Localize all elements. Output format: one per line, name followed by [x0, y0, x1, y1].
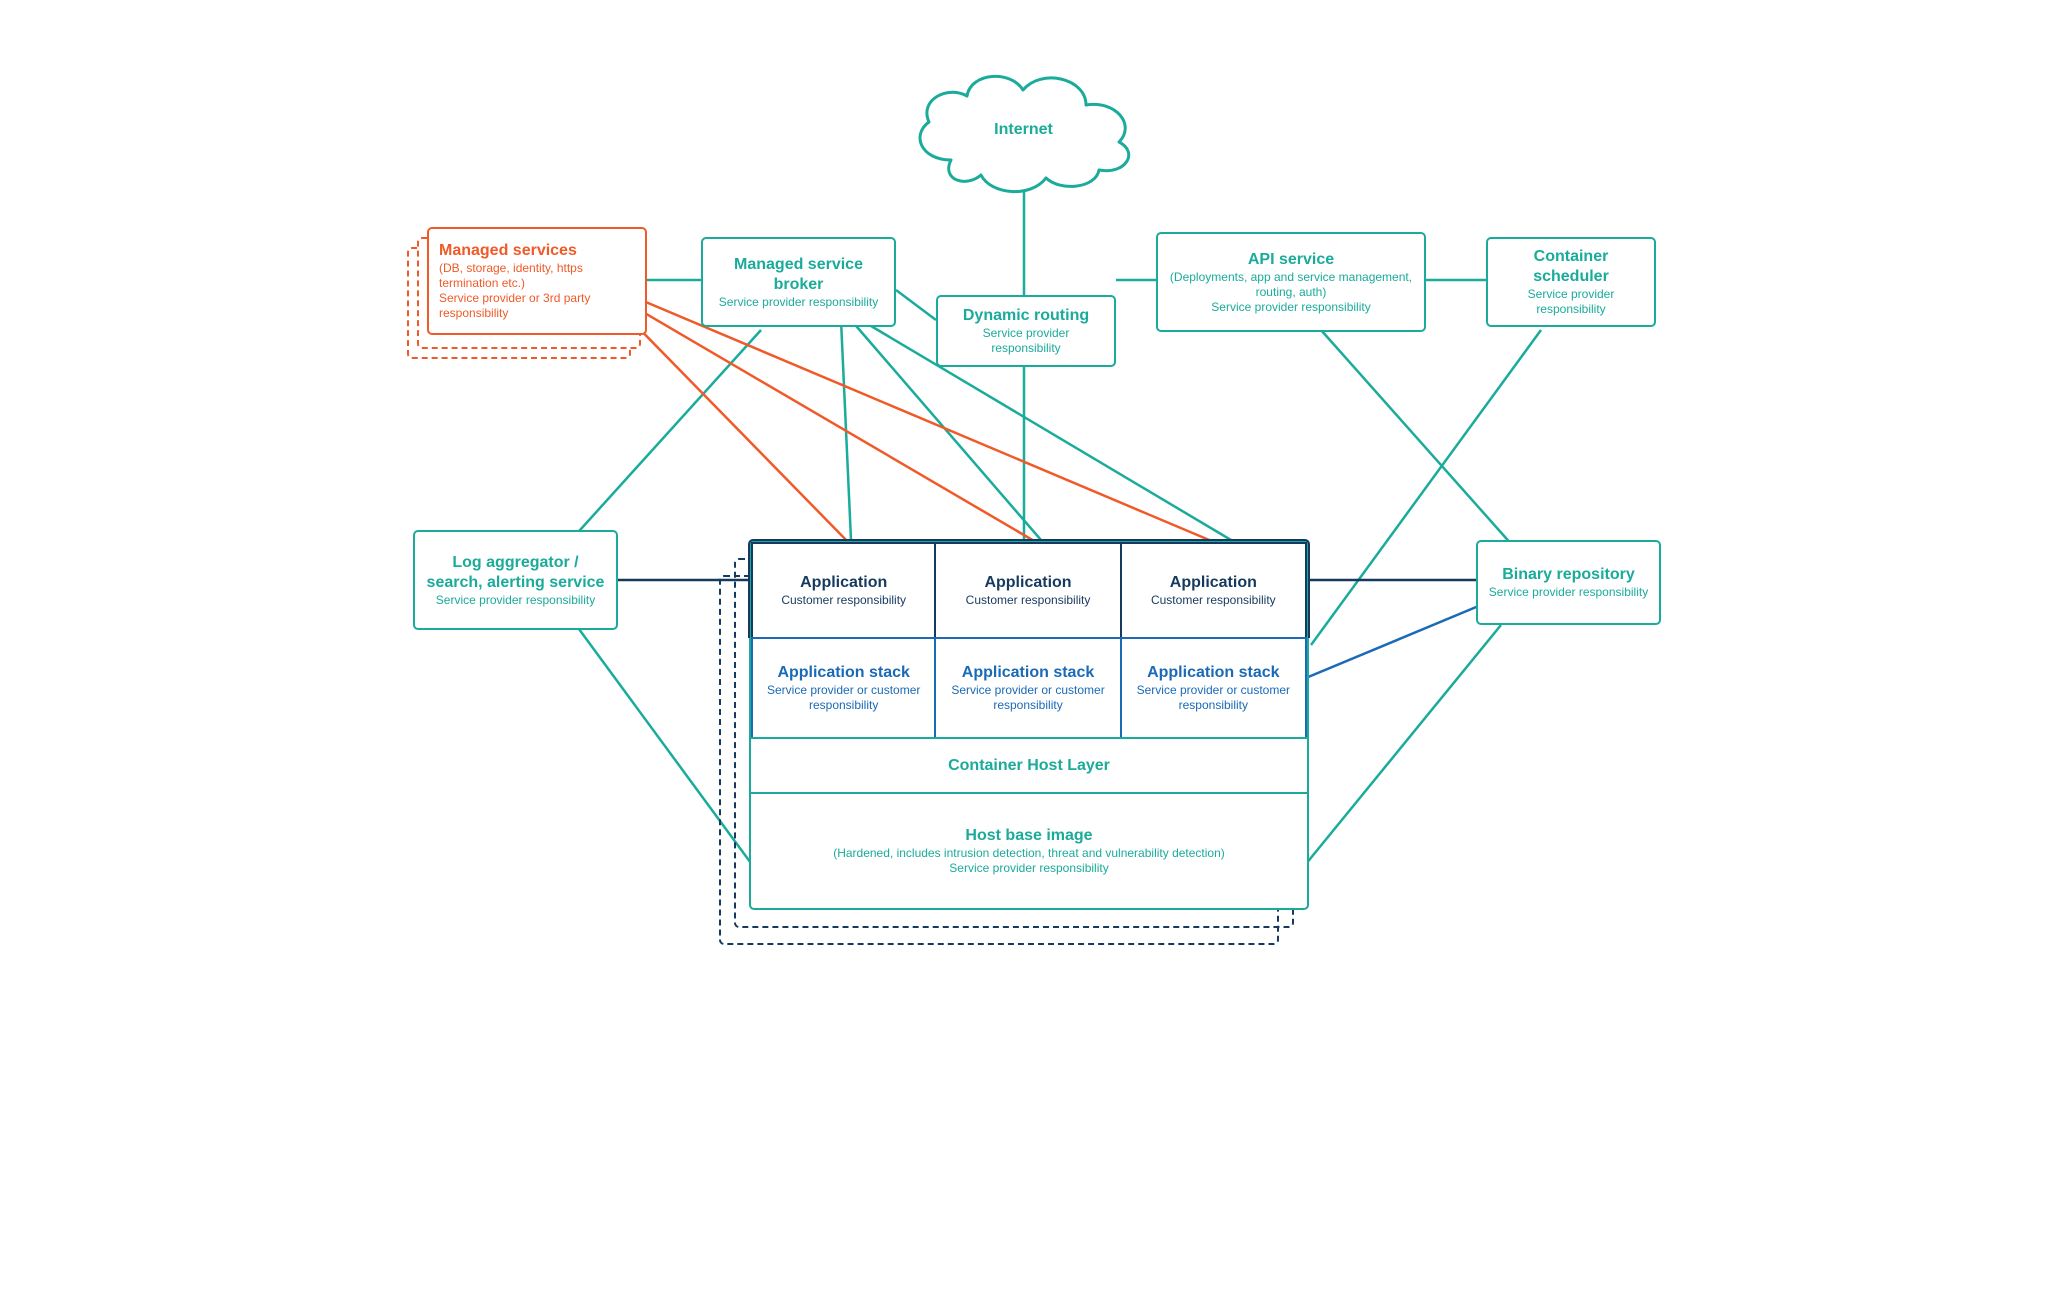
api-service-title: API service: [1248, 250, 1334, 270]
managed-service-broker-box: Managed service broker Service provider …: [701, 237, 896, 327]
application-resp: Customer responsibility: [781, 593, 906, 608]
container-scheduler-box: Container scheduler Service provider res…: [1486, 237, 1656, 327]
container-scheduler-title: Container scheduler: [1498, 247, 1644, 287]
app-stack-cell-3: Application stack Service provider or cu…: [1122, 637, 1307, 737]
app-stack-cell-1: Application stack Service provider or cu…: [751, 637, 936, 737]
application-cell-1: Application Customer responsibility: [751, 542, 936, 637]
container-host-layer-label: Container Host Layer: [948, 756, 1110, 776]
host-base-image-cell: Host base image (Hardened, includes intr…: [751, 792, 1307, 907]
host-container: Application Customer responsibility Appl…: [749, 540, 1309, 910]
app-stack-resp: Service provider or customer responsibil…: [936, 683, 1119, 713]
container-host-layer-cell: Container Host Layer: [751, 737, 1307, 792]
host-base-image-detail: (Hardened, includes intrusion detection,…: [833, 846, 1225, 861]
app-stack-title: Application stack: [777, 663, 909, 683]
application-resp: Customer responsibility: [966, 593, 1091, 608]
app-stack-resp: Service provider or customer responsibil…: [1122, 683, 1305, 713]
log-aggregator-resp: Service provider responsibility: [436, 593, 595, 608]
diagram-canvas: Internet Managed services (DB, storage, …: [341, 0, 1707, 1000]
host-base-image-resp: Service provider responsibility: [949, 861, 1108, 876]
app-stack-title: Application stack: [962, 663, 1094, 683]
managed-service-broker-resp: Service provider responsibility: [719, 295, 878, 310]
managed-service-broker-title: Managed service broker: [713, 255, 884, 295]
api-service-resp: Service provider responsibility: [1211, 300, 1370, 315]
dynamic-routing-title: Dynamic routing: [963, 306, 1089, 326]
application-cell-3: Application Customer responsibility: [1122, 542, 1307, 637]
container-scheduler-resp: Service provider responsibility: [1498, 287, 1644, 317]
managed-services-title: Managed services: [439, 241, 577, 261]
managed-services-box: Managed services (DB, storage, identity,…: [427, 227, 647, 335]
host-base-image-title: Host base image: [965, 826, 1092, 846]
api-service-detail: (Deployments, app and service management…: [1168, 270, 1414, 300]
log-aggregator-title: Log aggregator / search, alerting servic…: [425, 553, 606, 593]
application-title: Application: [984, 573, 1071, 593]
application-cell-2: Application Customer responsibility: [936, 542, 1121, 637]
binary-repository-title: Binary repository: [1502, 565, 1634, 585]
application-title: Application: [1170, 573, 1257, 593]
dynamic-routing-resp: Service provider responsibility: [948, 326, 1104, 356]
managed-services-detail: (DB, storage, identity, https terminatio…: [439, 261, 635, 291]
internet-cloud: Internet: [901, 60, 1146, 200]
log-aggregator-box: Log aggregator / search, alerting servic…: [413, 530, 618, 630]
internet-label: Internet: [901, 120, 1146, 140]
dynamic-routing-box: Dynamic routing Service provider respons…: [936, 295, 1116, 367]
application-resp: Customer responsibility: [1151, 593, 1276, 608]
app-stack-cell-2: Application stack Service provider or cu…: [936, 637, 1121, 737]
api-service-box: API service (Deployments, app and servic…: [1156, 232, 1426, 332]
binary-repository-resp: Service provider responsibility: [1489, 585, 1648, 600]
managed-services-resp: Service provider or 3rd party responsibi…: [439, 291, 635, 321]
app-stack-resp: Service provider or customer responsibil…: [753, 683, 934, 713]
application-title: Application: [800, 573, 887, 593]
app-stack-title: Application stack: [1147, 663, 1279, 683]
binary-repository-box: Binary repository Service provider respo…: [1476, 540, 1661, 625]
